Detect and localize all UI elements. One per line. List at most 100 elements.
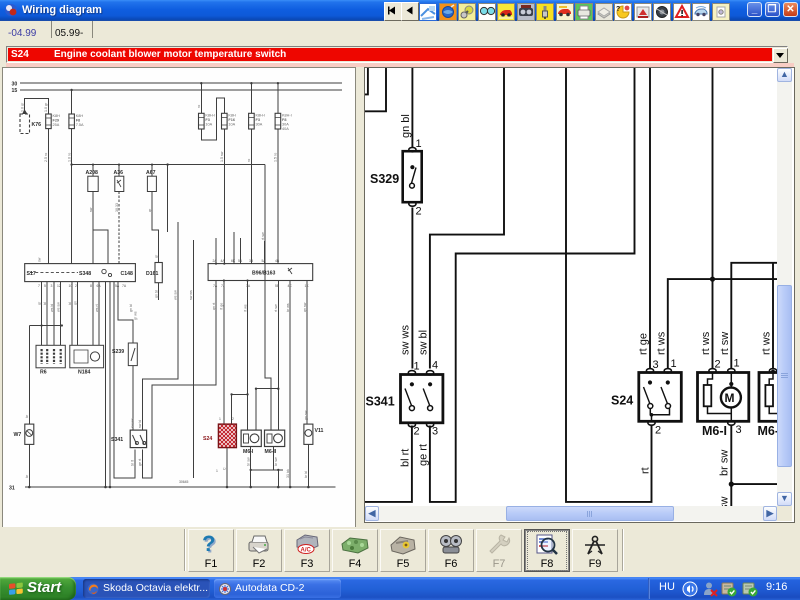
svg-text:4A: 4A — [221, 259, 226, 263]
svg-text:3: 3 — [51, 284, 53, 288]
svg-text:6A: 6A — [97, 284, 102, 288]
svg-text:2: 2 — [715, 359, 721, 371]
svg-text:rt ws: rt ws — [700, 331, 712, 355]
svg-text:ws sw: ws sw — [57, 302, 61, 312]
svg-text:F8: F8 — [76, 119, 80, 123]
svg-text:K8H: K8H — [53, 114, 61, 118]
svg-text:M6-: M6- — [758, 424, 778, 438]
svg-text:31 bk: 31 bk — [286, 469, 290, 478]
svg-text:M6-I: M6-I — [243, 449, 254, 455]
svg-text:gn bl: gn bl — [400, 114, 412, 138]
svg-text:br sw: br sw — [274, 457, 278, 466]
svg-text:10A: 10A — [228, 123, 235, 127]
svg-text:rt ge: rt ge — [220, 303, 224, 310]
svg-text:1: 1 — [216, 469, 218, 473]
svg-text:1: 1 — [414, 361, 420, 373]
svg-text:7: 7 — [38, 284, 40, 288]
svg-text:3B: 3B — [249, 259, 254, 263]
svg-text:br: br — [25, 474, 29, 478]
svg-text:gr: gr — [154, 254, 158, 258]
svg-text:7A: 7A — [122, 284, 127, 288]
svg-text:ws bl: ws bl — [50, 304, 54, 312]
svg-text:sw bl: sw bl — [138, 420, 142, 428]
svg-text:br ws: br ws — [286, 303, 290, 312]
svg-text:rt ge: rt ge — [638, 333, 650, 355]
svg-text:1: 1 — [671, 358, 677, 370]
svg-text:30.33: 30.33 — [115, 203, 119, 212]
svg-text:sw ws: sw ws — [400, 325, 412, 355]
svg-text:C: C — [223, 467, 227, 470]
svg-text:5: 5 — [44, 284, 46, 288]
svg-text:gr: gr — [148, 208, 152, 212]
svg-text:ro: ro — [247, 159, 251, 162]
svg-text:bl rt: bl rt — [400, 449, 412, 467]
svg-text:W7: W7 — [14, 432, 22, 438]
svg-text:rt ws: rt ws — [761, 331, 773, 355]
svg-text:10A: 10A — [205, 123, 212, 127]
svg-text:2.5 ro: 2.5 ro — [44, 153, 48, 162]
svg-text:gn sw: gn sw — [304, 410, 308, 420]
svg-text:1.0 gr: 1.0 gr — [44, 102, 48, 112]
svg-text:ge rt: ge rt — [138, 459, 142, 466]
svg-text:br bl: br bl — [304, 471, 308, 478]
svg-text:3: 3 — [736, 424, 742, 436]
svg-text:S329: S329 — [370, 172, 399, 186]
svg-text:M6-II: M6-II — [265, 449, 277, 455]
svg-text:F3: F3 — [256, 118, 260, 122]
svg-text:ge rt: ge rt — [418, 444, 430, 466]
svg-text:1.5 sw: 1.5 sw — [220, 151, 224, 162]
svg-text:rt: rt — [640, 467, 652, 474]
svg-text:sw ws: sw ws — [189, 290, 193, 300]
svg-text:2: 2 — [414, 426, 420, 438]
svg-text:A36: A36 — [114, 170, 124, 176]
svg-text:1.5 ro: 1.5 ro — [274, 153, 278, 162]
svg-text:2: 2 — [416, 206, 422, 218]
svg-text:S341: S341 — [111, 437, 123, 443]
svg-text:rt sw: rt sw — [261, 232, 265, 240]
svg-text:4B: 4B — [275, 259, 280, 263]
svg-text:7.5A: 7.5A — [76, 123, 84, 127]
svg-text:R6: R6 — [40, 370, 47, 376]
svg-text:30A: 30A — [256, 123, 263, 127]
svg-text:30A: 30A — [282, 123, 289, 127]
svg-text:K8H: K8H — [228, 114, 236, 118]
svg-text:5A: 5A — [262, 259, 267, 263]
svg-text:br sw: br sw — [246, 457, 250, 466]
svg-text:4C: 4C — [288, 284, 293, 288]
svg-text:1K: 1K — [305, 284, 310, 288]
svg-text:3: 3 — [653, 359, 659, 371]
svg-text:7A: 7A — [213, 284, 218, 288]
svg-text:B96/B163: B96/B163 — [252, 271, 275, 277]
svg-text:ws rt: ws rt — [95, 304, 99, 312]
svg-text:rt ws: rt ws — [243, 304, 247, 312]
svg-text:rt ws: rt ws — [656, 331, 668, 355]
svg-text:30645: 30645 — [179, 480, 189, 484]
svg-text:bl rt: bl rt — [131, 460, 135, 466]
svg-text:S341: S341 — [366, 395, 395, 409]
svg-text:M: M — [725, 391, 735, 405]
svg-text:K8H-I: K8H-I — [205, 114, 215, 118]
svg-text:rt sw: rt sw — [719, 332, 731, 355]
svg-text:25A: 25A — [53, 123, 60, 127]
svg-text:gn bl: gn bl — [154, 290, 158, 298]
svg-text:gr: gr — [37, 301, 41, 305]
svg-text:S17: S17 — [27, 271, 36, 277]
svg-text:1: 1 — [219, 417, 221, 421]
svg-text:sw: sw — [37, 257, 41, 262]
svg-text:gn bl: gn bl — [129, 304, 133, 312]
svg-text:gn sw: gn sw — [303, 302, 307, 312]
svg-text:6K: 6K — [231, 259, 236, 263]
svg-text:ws sw: ws sw — [174, 290, 178, 300]
svg-text:2: 2 — [655, 425, 661, 437]
svg-text:3: 3 — [432, 426, 438, 438]
svg-text:30: 30 — [12, 81, 18, 87]
svg-text:N184: N184 — [78, 370, 91, 376]
svg-text:C148: C148 — [121, 271, 134, 277]
svg-text:K8H-I: K8H-I — [256, 114, 266, 118]
svg-text:40A: 40A — [282, 127, 289, 131]
svg-text:1.0 ro: 1.0 ro — [67, 153, 71, 162]
svg-text:31: 31 — [9, 486, 15, 492]
svg-text:M6-I: M6-I — [702, 424, 727, 438]
svg-text:S24: S24 — [203, 436, 212, 442]
svg-text:gn rt: gn rt — [212, 303, 216, 310]
